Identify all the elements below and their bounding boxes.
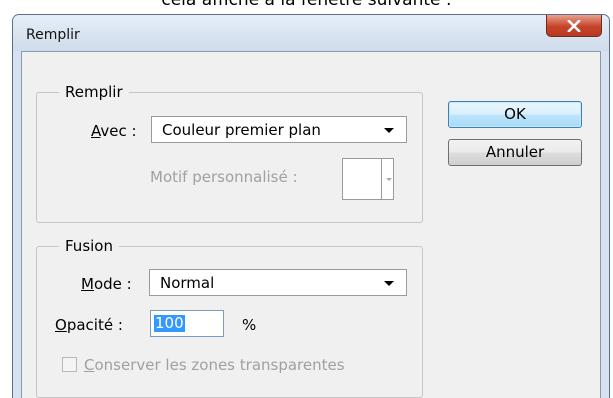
opacity-label-accel: O (55, 316, 67, 334)
avec-select-value: Couleur premier plan (162, 121, 321, 139)
dialog-client-area: Remplir Avec : Couleur premier plan Moti… (21, 51, 601, 398)
window-title: Remplir (26, 27, 80, 43)
mode-label: Mode : (81, 275, 132, 293)
opacity-unit: % (242, 316, 257, 334)
cancel-button[interactable]: Annuler (448, 139, 582, 166)
opacity-input[interactable]: 100 (150, 310, 224, 337)
mode-label-text: ode : (93, 275, 132, 293)
avec-label: Avec : (91, 122, 137, 140)
mode-select[interactable]: Normal (149, 269, 407, 296)
avec-select[interactable]: Couleur premier plan (151, 116, 407, 143)
opacity-label: Opacité : (55, 316, 123, 334)
pattern-label: Motif personnalisé : (150, 168, 298, 186)
preserve-transparency-label: Conserver les zones transparentes (84, 356, 345, 374)
chevron-down-icon (386, 178, 392, 181)
blend-group-legend: Fusion (59, 237, 119, 255)
custom-pattern-picker[interactable] (342, 158, 394, 200)
fill-group-legend: Remplir (59, 83, 129, 101)
mode-label-accel: M (81, 275, 94, 293)
avec-label-accel: A (91, 122, 101, 140)
avec-label-text: vec : (100, 122, 137, 140)
opacity-label-text: pacité : (66, 316, 123, 334)
title-bar[interactable]: Remplir (13, 15, 609, 51)
preserve-transparency-text: onserver les zones transparentes (94, 356, 345, 374)
preserve-transparency-accel: C (84, 356, 95, 374)
mode-select-value: Normal (160, 274, 215, 292)
page-caption: cela affiche à la fenêtre suivante : (161, 0, 452, 10)
opacity-input-value: 100 (154, 314, 185, 332)
ok-button[interactable]: OK (448, 101, 582, 128)
close-button[interactable] (546, 15, 602, 37)
preserve-transparency-checkbox[interactable] (62, 357, 77, 372)
chevron-down-icon (384, 128, 394, 133)
close-icon (567, 19, 581, 32)
pattern-picker-divider (381, 159, 382, 199)
chevron-down-icon (384, 281, 394, 286)
fill-dialog: Remplir Remplir Avec : Couleur premier p… (12, 14, 610, 398)
